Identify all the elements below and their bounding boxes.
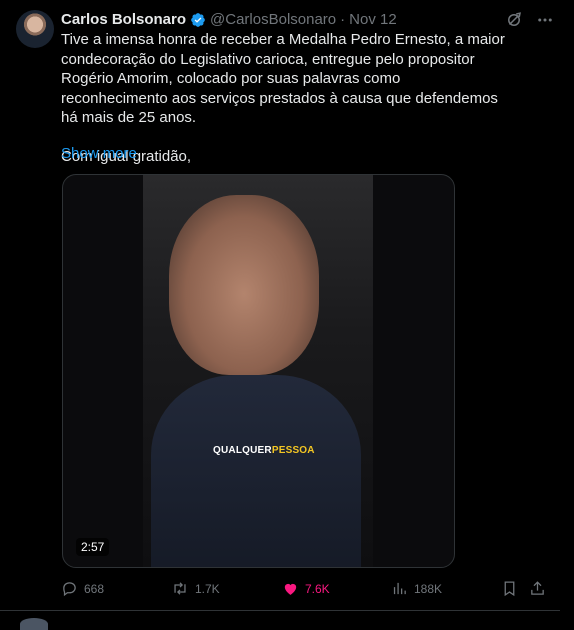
video-player[interactable]: QUALQUERPESSOA 2:57 xyxy=(62,174,455,568)
like-count: 7.6K xyxy=(305,581,330,596)
tweet-date[interactable]: Nov 12 xyxy=(349,11,397,28)
action-bar: 668 1.7K 7.6K 188K xyxy=(61,580,551,598)
verified-badge-icon xyxy=(190,12,206,28)
next-tweet-avatar[interactable] xyxy=(20,618,48,630)
views-button[interactable]: 188K xyxy=(391,580,442,597)
tweet-header: Carlos Bolsonaro @CarlosBolsonaro · Nov … xyxy=(61,11,397,28)
video-frame xyxy=(143,175,373,567)
reply-count: 668 xyxy=(84,581,105,596)
like-button[interactable]: 7.6K xyxy=(282,580,330,597)
show-more-link[interactable]: Show more xyxy=(61,145,137,162)
separator: · xyxy=(340,11,346,28)
repost-icon xyxy=(174,582,186,595)
like-icon xyxy=(284,583,297,595)
author-name[interactable]: Carlos Bolsonaro xyxy=(61,11,186,28)
tweet-paragraph: Tive a imensa honra de receber a Medalha… xyxy=(61,31,505,126)
share-icon[interactable] xyxy=(529,580,552,597)
repost-button[interactable]: 1.7K xyxy=(171,580,220,597)
reply-icon xyxy=(63,582,76,597)
reply-button[interactable]: 668 xyxy=(61,580,104,597)
author-handle[interactable]: @CarlosBolsonaro xyxy=(210,11,336,28)
tweet[interactable]: Carlos Bolsonaro @CarlosBolsonaro · Nov … xyxy=(0,0,560,611)
more-icon[interactable] xyxy=(536,11,554,34)
caption-word: QUALQUER xyxy=(213,445,272,456)
avatar[interactable] xyxy=(16,10,54,48)
repost-count: 1.7K xyxy=(195,581,220,596)
video-duration: 2:57 xyxy=(76,538,110,556)
views-icon xyxy=(393,582,406,595)
views-count: 188K xyxy=(414,581,443,596)
video-caption: QUALQUERPESSOA xyxy=(213,445,315,456)
bookmark-icon[interactable] xyxy=(501,580,524,597)
caption-word-highlight: PESSOA xyxy=(271,445,315,456)
